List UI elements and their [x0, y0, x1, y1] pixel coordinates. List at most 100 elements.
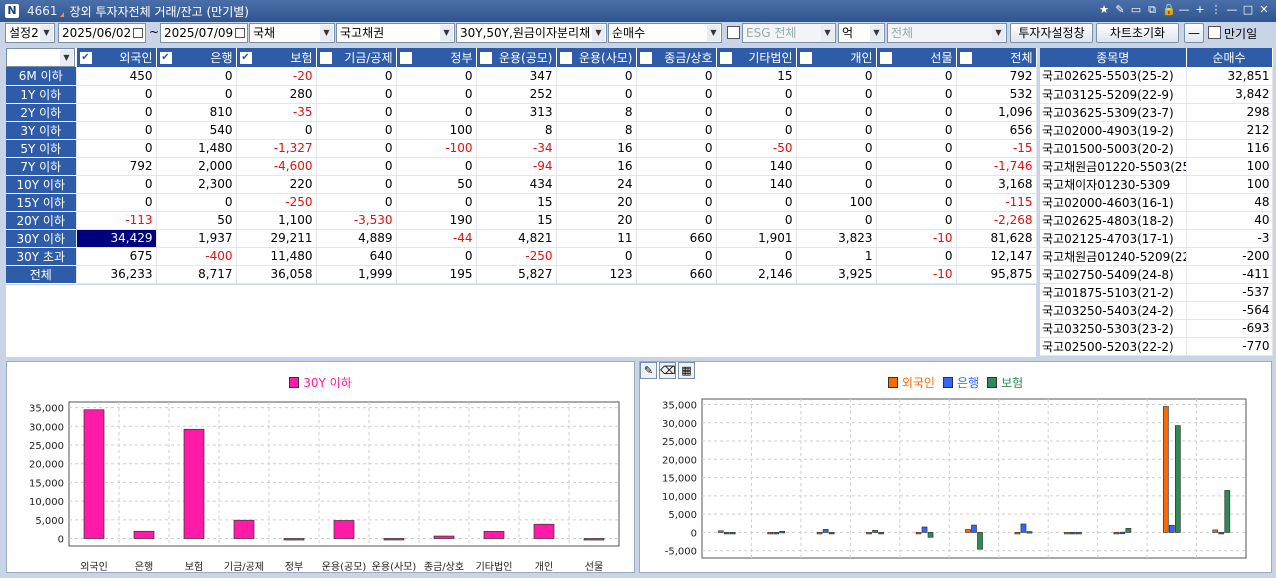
- esg-checkbox[interactable]: [727, 26, 740, 39]
- table-cell[interactable]: 0: [716, 103, 797, 122]
- table-cell[interactable]: -250: [236, 193, 317, 212]
- table-cell[interactable]: 1,100: [236, 211, 317, 230]
- zoom-out-icon[interactable]: —: [1178, 3, 1190, 17]
- table-cell[interactable]: 0: [636, 247, 717, 266]
- table-cell[interactable]: 0: [316, 85, 397, 104]
- table-cell[interactable]: 0: [796, 121, 877, 140]
- list-item[interactable]: 국고채원금01220-5503(25- 100: [1040, 157, 1273, 176]
- table-cell[interactable]: 3,925: [796, 265, 877, 284]
- row-header[interactable]: 5Y 이하: [6, 139, 77, 158]
- unchecked-checkbox-icon[interactable]: [959, 52, 972, 64]
- preset-select[interactable]: 설정2: [5, 23, 55, 43]
- table-cell[interactable]: 313: [476, 103, 557, 122]
- table-cell[interactable]: -1,327: [236, 139, 317, 158]
- table-cell[interactable]: -35: [236, 103, 317, 122]
- table-cell[interactable]: 15: [476, 211, 557, 230]
- column-header[interactable]: 운용(공모): [476, 48, 557, 67]
- table-cell[interactable]: 3,168: [956, 175, 1037, 194]
- table-cell[interactable]: 0: [636, 121, 717, 140]
- table-cell[interactable]: 0: [636, 139, 717, 158]
- favorite-icon[interactable]: ★: [1098, 3, 1110, 17]
- table-cell[interactable]: 3,823: [796, 229, 877, 248]
- esg-select[interactable]: ESG 전체: [742, 23, 836, 43]
- table-cell[interactable]: 2,146: [716, 265, 797, 284]
- table-cell[interactable]: 1,999: [316, 265, 397, 284]
- list-item[interactable]: 국고채원금01240-5209(22- -200: [1040, 247, 1273, 266]
- table-cell[interactable]: 0: [316, 193, 397, 212]
- table-cell[interactable]: 8,717: [156, 265, 237, 284]
- table-cell[interactable]: 36,233: [76, 265, 157, 284]
- net-buy-header[interactable]: 순매수: [1186, 48, 1273, 67]
- table-cell[interactable]: 0: [636, 211, 717, 230]
- row-header[interactable]: 7Y 이하: [6, 157, 77, 176]
- grid-mode-select[interactable]: 일반: [6, 48, 77, 67]
- table-cell[interactable]: 0: [316, 67, 397, 86]
- table-cell[interactable]: 252: [476, 85, 557, 104]
- table-cell[interactable]: 8: [476, 121, 557, 140]
- table-cell[interactable]: 0: [796, 67, 877, 86]
- list-item[interactable]: 국고02500-5203(22-2) -770: [1040, 337, 1273, 356]
- table-cell[interactable]: -113: [76, 211, 157, 230]
- table-cell[interactable]: 8: [556, 103, 637, 122]
- table-cell[interactable]: 0: [636, 85, 717, 104]
- unchecked-checkbox-icon[interactable]: [799, 52, 812, 64]
- table-cell[interactable]: 4,821: [476, 229, 557, 248]
- table-cell[interactable]: -10: [876, 265, 957, 284]
- table-cell[interactable]: -50: [716, 139, 797, 158]
- table-cell[interactable]: 100: [396, 121, 477, 140]
- pin-icon[interactable]: ✎: [1114, 3, 1126, 17]
- table-cell[interactable]: 5,827: [476, 265, 557, 284]
- column-header[interactable]: 전체: [956, 48, 1037, 67]
- table-cell[interactable]: 810: [156, 103, 237, 122]
- table-cell[interactable]: 50: [156, 211, 237, 230]
- table-cell[interactable]: 100: [796, 193, 877, 212]
- table-cell[interactable]: -115: [956, 193, 1037, 212]
- table-cell[interactable]: 0: [796, 211, 877, 230]
- table-cell[interactable]: 8: [556, 121, 637, 140]
- list-item[interactable]: 국고03250-5403(24-2) -564: [1040, 301, 1273, 320]
- table-cell[interactable]: 0: [76, 103, 157, 122]
- table-row[interactable]: 10Y 이하 0 2,300 220 0 50 434 24 0 140 0 0 3,168: [6, 175, 1037, 194]
- table-cell[interactable]: 16: [556, 157, 637, 176]
- table-cell[interactable]: 0: [556, 67, 637, 86]
- table-cell[interactable]: 140: [716, 175, 797, 194]
- minimize-icon[interactable]: —: [1226, 3, 1238, 17]
- lock-icon[interactable]: 🔒: [1162, 3, 1176, 17]
- table-cell[interactable]: 675: [76, 247, 157, 266]
- table-cell[interactable]: 660: [636, 265, 717, 284]
- list-item[interactable]: 국고03625-5309(23-7) 298: [1040, 103, 1273, 122]
- more-icon[interactable]: ⋮: [1210, 3, 1222, 17]
- table-cell[interactable]: 0: [796, 85, 877, 104]
- unchecked-checkbox-icon[interactable]: [479, 52, 492, 64]
- unchecked-checkbox-icon[interactable]: [399, 52, 412, 64]
- table-cell[interactable]: -250: [476, 247, 557, 266]
- table-cell[interactable]: 0: [316, 175, 397, 194]
- table-cell[interactable]: 15: [476, 193, 557, 212]
- table-cell[interactable]: 640: [316, 247, 397, 266]
- list-item[interactable]: 국고02125-4703(17-1) -3: [1040, 229, 1273, 248]
- table-cell[interactable]: -15: [956, 139, 1037, 158]
- issue-name-header[interactable]: 종목명: [1040, 48, 1187, 67]
- list-item[interactable]: 국고01875-5103(21-2) -537: [1040, 283, 1273, 302]
- table-cell[interactable]: 195: [396, 265, 477, 284]
- table-cell[interactable]: 0: [316, 157, 397, 176]
- row-header[interactable]: 15Y 이하: [6, 193, 77, 212]
- unchecked-checkbox-icon[interactable]: [319, 52, 332, 64]
- table-cell[interactable]: 0: [796, 139, 877, 158]
- table-cell[interactable]: 34,429: [76, 229, 157, 248]
- table-cell[interactable]: 0: [876, 211, 957, 230]
- table-cell[interactable]: 95,875: [956, 265, 1037, 284]
- table-cell[interactable]: 0: [876, 193, 957, 212]
- column-header[interactable]: ✔ 보험: [236, 48, 317, 67]
- table-row[interactable]: 3Y 이하 0 540 0 0 100 8 8 0 0 0 0 656: [6, 121, 1037, 140]
- table-cell[interactable]: 0: [236, 121, 317, 140]
- list-item[interactable]: 국고채이자01230-5309 100: [1040, 175, 1273, 194]
- table-cell[interactable]: 0: [876, 175, 957, 194]
- table-cell[interactable]: 0: [396, 193, 477, 212]
- metric-select[interactable]: 순매수: [608, 23, 722, 43]
- row-header[interactable]: 6M 이하: [6, 67, 77, 86]
- date-from-input[interactable]: 2025/06/02: [58, 23, 146, 43]
- table-cell[interactable]: 20: [556, 211, 637, 230]
- table-cell[interactable]: 123: [556, 265, 637, 284]
- collapse-button[interactable]: —: [1184, 23, 1204, 43]
